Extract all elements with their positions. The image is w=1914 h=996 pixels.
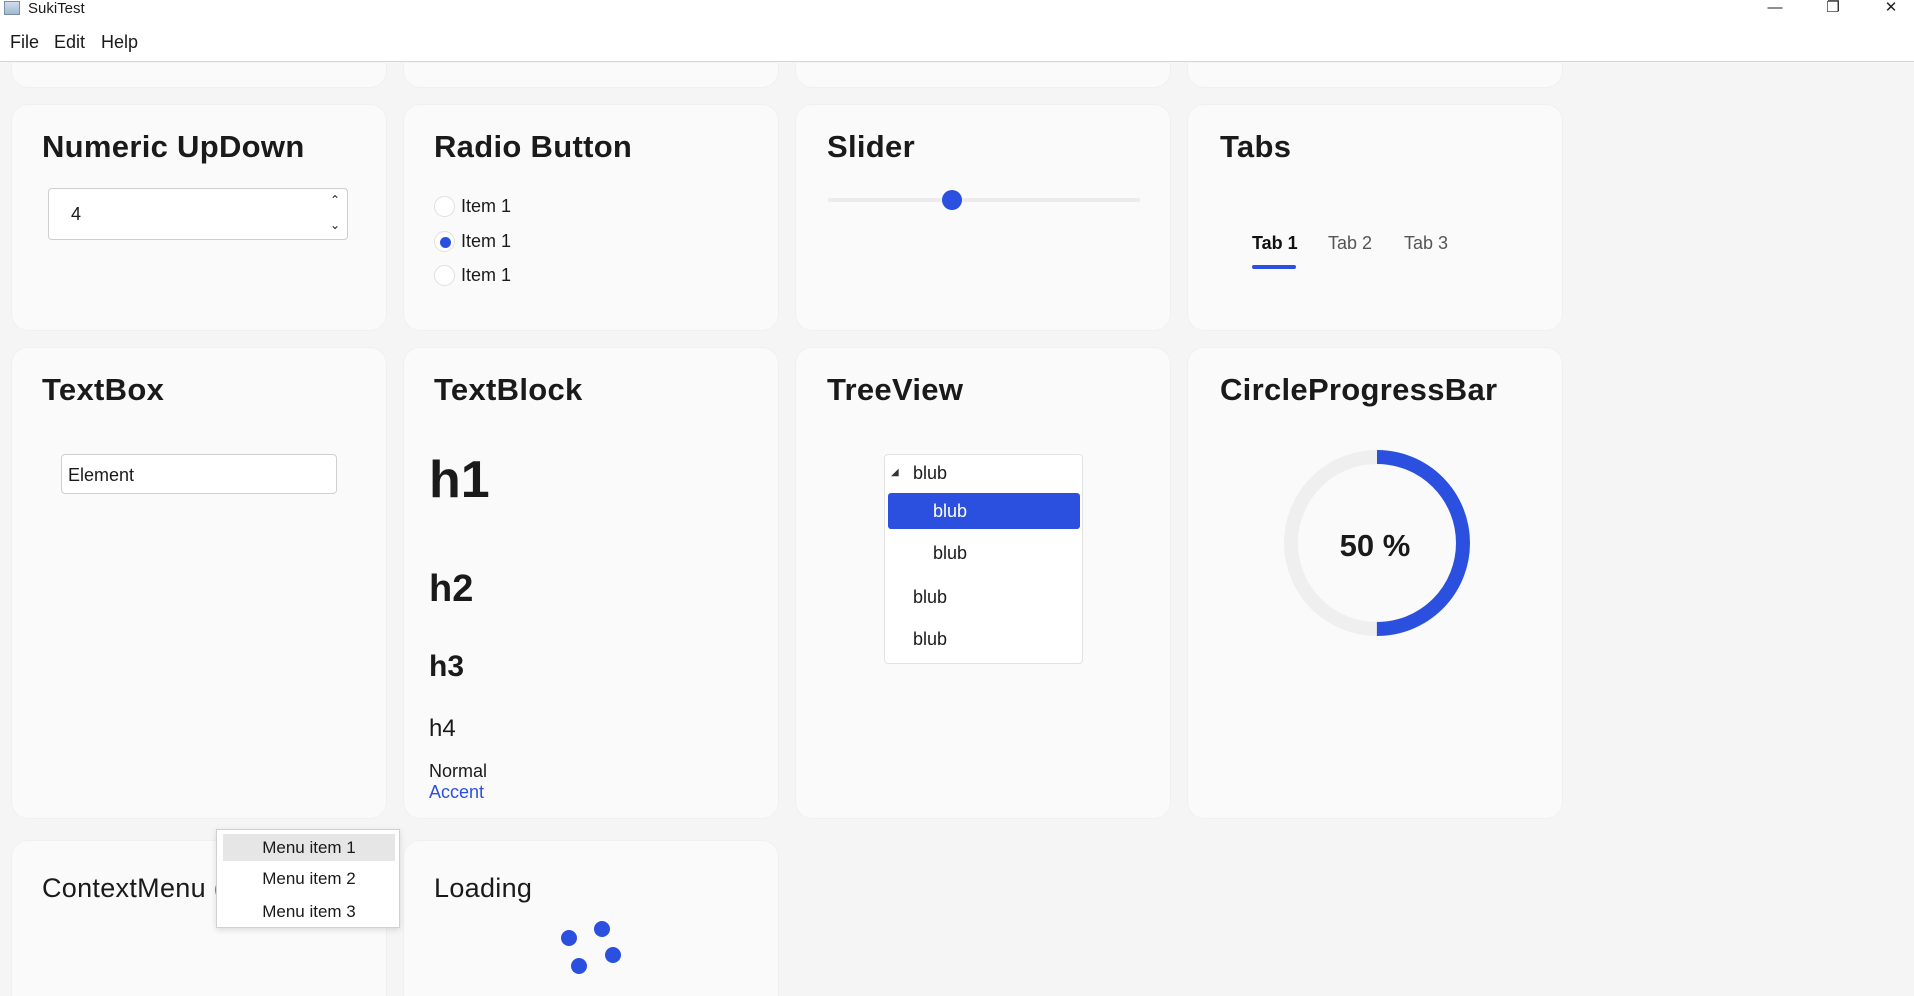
loading-dot (594, 921, 610, 937)
numeric-updown[interactable]: 4 ⌃ ⌄ (48, 188, 348, 240)
text-h1: h1 (429, 451, 490, 509)
card-top-partial (796, 63, 1170, 87)
tab-1[interactable]: Tab 1 (1252, 233, 1298, 254)
slider-track[interactable] (828, 198, 1140, 202)
text-h2: h2 (429, 568, 474, 610)
progress-label: 50 % (1339, 528, 1411, 563)
slider-card: Slider (796, 105, 1170, 330)
window-title: SukiTest (28, 0, 85, 17)
chevron-down-icon[interactable]: ⌄ (329, 219, 341, 231)
context-menu-popup: Menu item 1 Menu item 2 Menu item 3 (216, 829, 400, 928)
text-accent: Accent (429, 782, 485, 802)
maximize-button[interactable]: ❐ (1810, 0, 1856, 18)
tree-node-label: blub (913, 629, 948, 649)
menu-edit[interactable]: Edit (54, 32, 85, 52)
card-title: Numeric UpDown (42, 129, 305, 164)
loading-dot (561, 930, 577, 946)
loading-dot (571, 958, 587, 974)
treeview-card: TreeView ◢ blub blub blub blub blub (796, 348, 1170, 818)
tree-node[interactable]: blub (885, 621, 1082, 657)
window-titlebar: SukiTest — ❐ ✕ (0, 0, 1914, 18)
loading-dot (605, 947, 621, 963)
radio-circle-checked[interactable] (434, 231, 455, 252)
tab-2[interactable]: Tab 2 (1328, 233, 1372, 254)
tabs-card: Tabs Tab 1 Tab 2 Tab 3 (1188, 105, 1562, 330)
tree-view: ◢ blub blub blub blub blub (884, 454, 1083, 664)
numeric-updown-card: Numeric UpDown 4 ⌃ ⌄ (12, 105, 386, 330)
menubar: File Edit Help (0, 18, 1914, 62)
textbox-card: TextBox Element (12, 348, 386, 818)
tree-node[interactable]: blub (885, 579, 1082, 615)
menu-file[interactable]: File (10, 32, 39, 52)
tree-node-label: blub (913, 587, 948, 607)
tree-node-label: blub (913, 463, 948, 483)
card-title: Radio Button (434, 129, 633, 164)
minimize-button[interactable]: — (1752, 0, 1798, 18)
numeric-value: 4 (71, 204, 82, 224)
card-top-partial (1188, 63, 1562, 87)
card-title: Tabs (1220, 129, 1292, 164)
card-title: CircleProgressBar (1220, 372, 1498, 407)
textblock-card: TextBlock h1 h2 h3 h4 Normal Accent (404, 348, 778, 818)
card-title: TextBox (42, 372, 165, 407)
radio-circle[interactable] (434, 196, 455, 217)
tree-node-selected[interactable]: blub (888, 493, 1080, 529)
tab-3[interactable]: Tab 3 (1404, 233, 1448, 254)
card-top-partial (404, 63, 778, 87)
radio-label: Item 1 (461, 265, 512, 285)
context-menu-item-1[interactable]: Menu item 1 (223, 834, 395, 861)
text-h4: h4 (429, 715, 456, 742)
circle-progress-card: CircleProgressBar 50 % (1188, 348, 1562, 818)
context-menu-item-2[interactable]: Menu item 2 (223, 865, 395, 892)
menu-help[interactable]: Help (101, 32, 138, 52)
tree-node-root[interactable]: ◢ blub (885, 455, 1082, 491)
text-normal: Normal (429, 761, 488, 781)
text-h3: h3 (429, 650, 465, 683)
app-icon (4, 1, 20, 15)
tab-active-indicator (1252, 265, 1296, 269)
radio-button-card: Radio Button Item 1 Item 1 Item 1 (404, 105, 778, 330)
card-title: Loading (434, 873, 533, 903)
radio-label: Item 1 (461, 196, 512, 216)
close-button[interactable]: ✕ (1868, 0, 1914, 18)
card-title: TreeView (827, 372, 964, 407)
tree-node[interactable]: blub (885, 535, 1082, 571)
expand-arrow-icon[interactable]: ◢ (891, 467, 899, 478)
chevron-up-icon[interactable]: ⌃ (329, 194, 341, 206)
card-title: TextBlock (434, 372, 583, 407)
radio-circle[interactable] (434, 265, 455, 286)
slider-thumb[interactable] (942, 190, 962, 210)
card-title: ContextMenu ( (42, 873, 223, 903)
tree-node-label: blub (933, 501, 968, 521)
loading-card: Loading (404, 841, 778, 996)
text-input[interactable]: Element (61, 454, 337, 494)
context-menu-item-3[interactable]: Menu item 3 (223, 898, 395, 925)
card-title: Slider (827, 129, 915, 164)
tree-node-label: blub (933, 543, 968, 563)
card-top-partial (12, 63, 386, 87)
radio-label: Item 1 (461, 231, 512, 251)
